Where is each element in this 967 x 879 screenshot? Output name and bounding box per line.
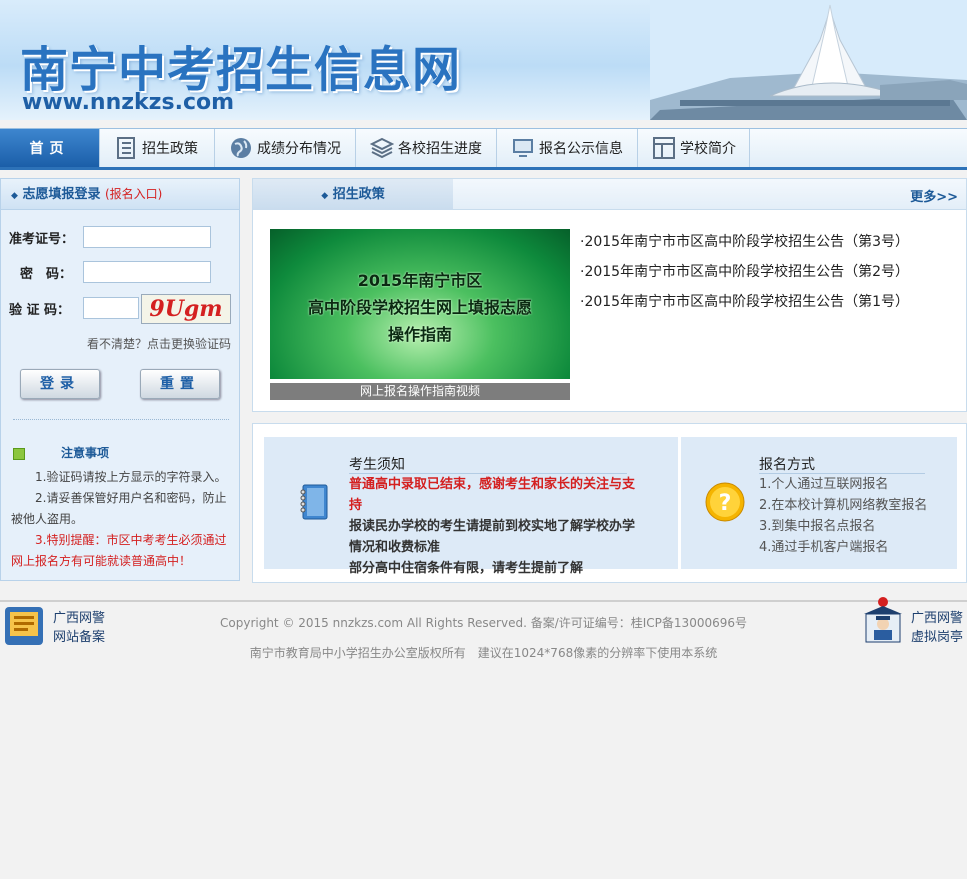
guide-video-thumbnail[interactable]: 2015年南宁市区 高中阶段学校招生网上填报志愿 操作指南 [270,229,570,379]
captcha-text: 9Ugm [149,296,223,322]
reset-button[interactable]: 重置 [140,369,220,399]
nav-school-intro[interactable]: 学校简介 [638,129,750,167]
header-banner: 南宁中考招生信息网 www.nnzkzs.com [0,0,967,120]
signup-methods-list: 1.个人通过互联网报名 2.在本校计算机网络教室报名 3.到集中报名点报名 4.… [759,474,927,558]
nav-school-progress[interactable]: 各校招生进度 [356,129,497,167]
news-list: ·2015年南宁市市区高中阶段学校招生公告（第3号） ·2015年南宁市市区高中… [580,227,909,317]
owner-text: 南宁市教育局中小学招生办公室版权所有 建议在1024*768像素的分辨率下使用本… [249,646,718,660]
divider [13,419,229,420]
exam-id-row: 准考证号： [9,226,211,248]
captcha-label: 验 证 码： [9,302,71,318]
signup-method-item: 1.个人通过互联网报名 [759,477,889,492]
site-url: www.nnzkzs.com [22,90,235,115]
question-icon: ? [705,482,745,522]
notebook-icon [300,484,328,520]
signup-method-item: 4.通过手机客户端报名 [759,540,889,555]
login-panel-header: ◆ 志愿填报登录 (报名入口) [1,179,239,210]
tab-label: 招生政策 [332,187,385,202]
layers-icon [370,137,394,159]
footer-right-link[interactable]: 广西网警 虚拟岗亭 [911,609,963,647]
svg-text:?: ? [719,491,732,516]
video-title-line: 2015年南宁市区 [357,271,483,290]
nav-label: 报名公示信息 [539,141,623,157]
video-caption[interactable]: 网上报名操作指南视频 [270,383,570,400]
nav-label: 成绩分布情况 [257,141,341,157]
news-item[interactable]: ·2015年南宁市市区高中阶段学校招生公告（第2号） [580,257,909,287]
exam-id-input[interactable] [83,226,211,248]
footer: 广西网警 网站备案 Copyright © 2015 nnzkzs.com Al… [0,597,967,662]
list-icon [117,137,135,159]
login-title: 志愿填报登录 [22,187,101,202]
policy-section: ◆ 招生政策 更多>> 2015年南宁市区 高中阶段学校招生网上填报志愿 操作指… [252,178,967,412]
login-button[interactable]: 登录 [20,369,100,399]
exam-id-label: 准考证号： [9,231,75,247]
police-booth-icon[interactable] [860,596,906,644]
grid-icon [13,447,25,460]
signup-method-item: 3.到集中报名点报名 [759,519,876,534]
password-input[interactable] [83,261,211,283]
notice-heading: 注意事项 [13,444,109,461]
exam-notice-item: 普通高中录取已结束，感谢考生和家长的关注与支持 [349,477,636,513]
building-illustration [650,0,967,120]
signup-methods-title: 报名方式 [759,457,815,473]
footer-right-line: 虚拟岗亭 [911,630,964,645]
footer-right-line: 广西网警 [911,611,964,626]
policy-tabbar: ◆ 招生政策 更多>> [253,179,966,210]
notice-list: 1.验证码请按上方显示的字符录入。 2.请妥善保管好用户名和密码，防止被他人盗用… [11,467,231,572]
tab-enrollment-policy[interactable]: ◆ 招生政策 [253,179,453,210]
video-title: 2015年南宁市区 高中阶段学校招生网上填报志愿 操作指南 [270,267,570,348]
login-subtitle: (报名入口) [105,187,163,201]
nav-signup-public-info[interactable]: 报名公示信息 [497,129,638,167]
more-link[interactable]: 更多>> [910,186,958,205]
exam-notice-item: 报读民办学校的考生请提前到校实地了解学校办学情况和收费标准 [349,519,636,555]
captcha-image[interactable]: 9Ugm [141,294,231,324]
nav-label: 各校招生进度 [398,141,482,157]
captcha-input[interactable] [83,297,139,319]
notice-title: 注意事项 [61,446,110,460]
exam-notice-card: 考生须知 普通高中录取已结束，感谢考生和家长的关注与支持 报读民办学校的考生请提… [264,437,678,576]
captcha-row: 验 证 码： [9,297,139,319]
globe-icon [231,138,251,158]
monitor-icon [513,139,533,157]
diamond-icon: ◆ [321,191,329,201]
video-title-line: 高中阶段学校招生网上填报志愿 [307,298,532,317]
diamond-icon: ◆ [11,191,18,201]
news-item[interactable]: ·2015年南宁市市区高中阶段学校招生公告（第3号） [580,227,909,257]
copyright-text: Copyright © 2015 nnzkzs.com All Rights R… [220,616,747,630]
nav-label: 学校简介 [680,141,736,157]
notice-item-warning: 3.特别提醒：市区中考考生必须通过网上报名方有可能就读普通高中！ [11,533,227,568]
signup-methods-card: ? 报名方式 1.个人通过互联网报名 2.在本校计算机网络教室报名 3.到集中报… [681,437,957,569]
exam-notice-item: 部分高中住宿条件有限，请考生提前了解 [349,561,584,576]
refresh-captcha-link[interactable]: 看不清楚？点击更换验证码 [87,335,231,352]
notice-item: 2.请妥善保管好用户名和密码，防止被他人盗用。 [11,491,227,526]
login-panel: ◆ 志愿填报登录 (报名入口) 准考证号： 密 码： 验 证 码： 9Ugm 看… [0,178,240,581]
nav-home[interactable]: 首页 [0,129,100,167]
nav-score-distribution[interactable]: 成绩分布情况 [215,129,356,167]
main-nav: 首页 招生政策 成绩分布情况 各校招生进度 报名公示信息 学校简介 [0,128,967,170]
video-title-line: 操作指南 [387,325,452,344]
password-row: 密 码： [9,261,211,283]
news-item[interactable]: ·2015年南宁市市区高中阶段学校招生公告（第1号） [580,287,909,317]
password-label: 密 码： [19,266,72,282]
exam-notice-title: 考生须知 [349,457,405,473]
nav-home-label: 首页 [29,141,70,157]
nav-label: 招生政策 [142,141,198,157]
nav-enrollment-policy[interactable]: 招生政策 [100,129,215,167]
window-icon [653,137,675,159]
signup-method-item: 2.在本校计算机网络教室报名 [759,498,928,513]
notice-item: 1.验证码请按上方显示的字符录入。 [35,470,227,484]
info-section: 考生须知 普通高中录取已结束，感谢考生和家长的关注与支持 报读民办学校的考生请提… [252,423,967,583]
exam-notice-list: 普通高中录取已结束，感谢考生和家长的关注与支持 报读民办学校的考生请提前到校实地… [349,474,639,579]
